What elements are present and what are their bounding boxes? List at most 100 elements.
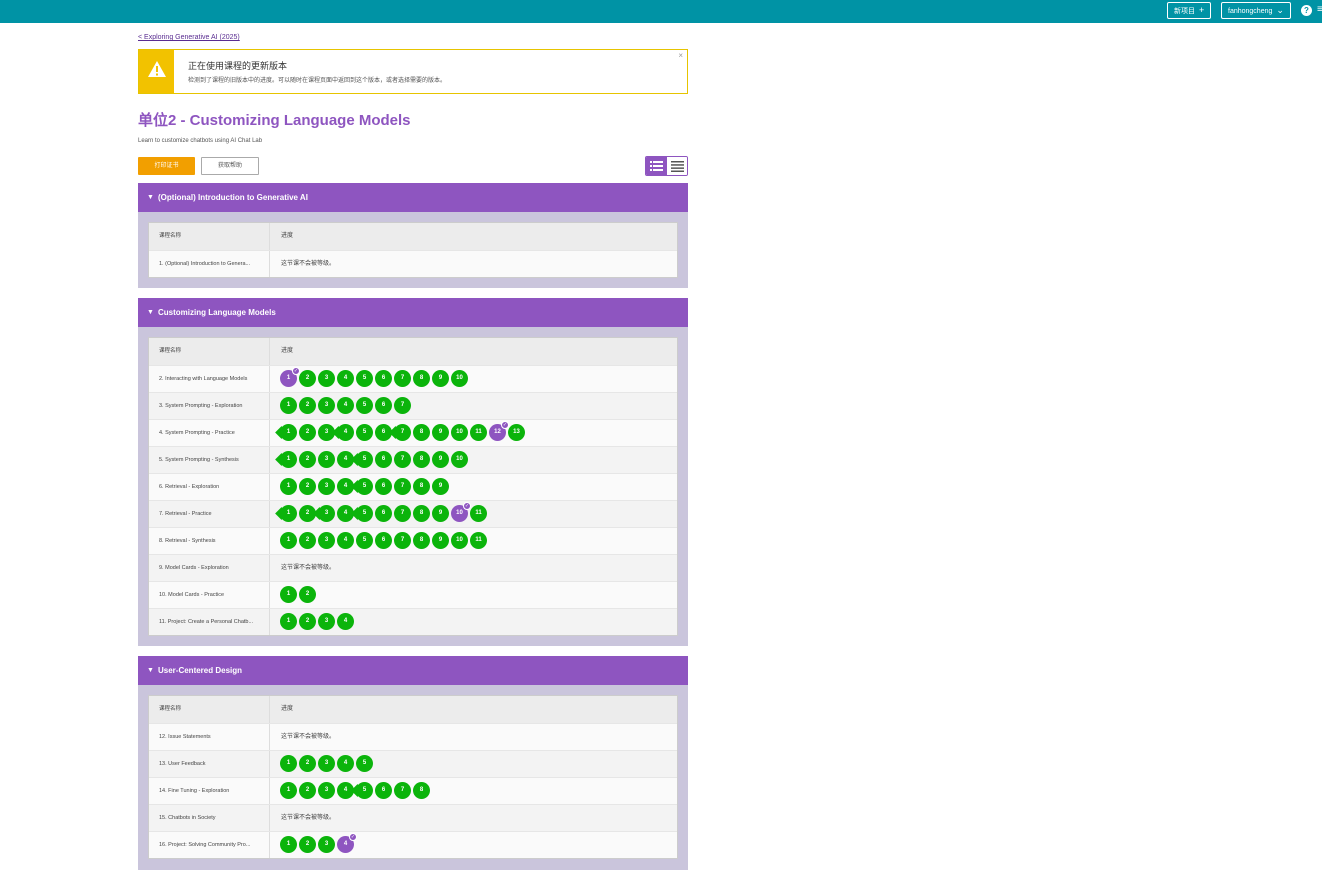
level-bubble[interactable]: 8	[413, 370, 430, 387]
lesson-name[interactable]: 9. Model Cards - Exploration	[149, 555, 270, 581]
level-bubble[interactable]: 5	[356, 755, 373, 772]
level-bubble[interactable]: 9	[432, 370, 449, 387]
level-bubble[interactable]: 6	[375, 451, 392, 468]
help-icon[interactable]: ?	[1301, 5, 1312, 16]
level-bubble[interactable]: 9	[432, 424, 449, 441]
level-bubble[interactable]: 1	[280, 505, 297, 522]
level-bubble[interactable]: 5	[356, 478, 373, 495]
level-bubble[interactable]: 8	[413, 478, 430, 495]
lesson-name[interactable]: 6. Retrieval - Exploration	[149, 474, 270, 500]
close-icon[interactable]: ×	[678, 51, 683, 60]
level-bubble[interactable]: 1	[280, 836, 297, 853]
level-bubble[interactable]: 2	[299, 370, 316, 387]
level-bubble[interactable]: 1	[280, 755, 297, 772]
level-bubble[interactable]: 3	[318, 613, 335, 630]
lesson-name[interactable]: 14. Fine Tuning - Exploration	[149, 778, 270, 804]
level-bubble[interactable]: 11	[470, 505, 487, 522]
level-bubble[interactable]: 2	[299, 478, 316, 495]
level-bubble[interactable]: 9	[432, 451, 449, 468]
level-bubble[interactable]: 7	[394, 782, 411, 799]
level-bubble[interactable]: 8	[413, 532, 430, 549]
back-to-course-link[interactable]: < Exploring Generative AI (2025)	[138, 34, 240, 41]
lesson-name[interactable]: 13. User Feedback	[149, 751, 270, 777]
level-bubble[interactable]: 7	[394, 397, 411, 414]
level-bubble[interactable]: 2	[299, 451, 316, 468]
level-bubble[interactable]: 3	[318, 505, 335, 522]
lesson-name[interactable]: 7. Retrieval - Practice	[149, 501, 270, 527]
level-bubble[interactable]: 4	[337, 755, 354, 772]
level-bubble[interactable]: 2	[299, 424, 316, 441]
level-bubble[interactable]: 4	[337, 397, 354, 414]
level-bubble[interactable]: 4	[337, 424, 354, 441]
summary-view-button[interactable]	[667, 157, 687, 175]
level-bubble[interactable]: 10	[451, 370, 468, 387]
level-bubble[interactable]: 5	[356, 505, 373, 522]
level-bubble[interactable]: 6	[375, 397, 392, 414]
level-bubble[interactable]: 1	[280, 424, 297, 441]
level-bubble[interactable]: 4	[337, 613, 354, 630]
print-certificate-button[interactable]: 打印证书	[138, 157, 195, 175]
level-bubble[interactable]: 2	[299, 782, 316, 799]
level-bubble[interactable]: 6	[375, 370, 392, 387]
level-bubble[interactable]: 2	[299, 836, 316, 853]
level-bubble[interactable]: 9	[432, 478, 449, 495]
lesson-name[interactable]: 16. Project: Solving Community Pro...	[149, 832, 270, 858]
level-bubble[interactable]: 1	[280, 782, 297, 799]
level-bubble[interactable]: 3	[318, 451, 335, 468]
level-bubble[interactable]: 3	[318, 836, 335, 853]
lesson-group-header[interactable]: ▼ Customizing Language Models	[138, 298, 688, 327]
level-bubble[interactable]: 7	[394, 424, 411, 441]
level-bubble[interactable]: 8	[413, 782, 430, 799]
level-bubble[interactable]: 1	[280, 397, 297, 414]
level-bubble[interactable]: 5	[356, 451, 373, 468]
level-bubble[interactable]: 1	[280, 586, 297, 603]
level-bubble[interactable]: 10	[451, 424, 468, 441]
level-bubble[interactable]: 12 ✓	[489, 421, 509, 441]
level-bubble[interactable]: 11	[470, 532, 487, 549]
get-help-button[interactable]: 获取帮助	[201, 157, 259, 175]
level-bubble[interactable]: 6	[375, 478, 392, 495]
level-bubble[interactable]: 1	[280, 613, 297, 630]
level-bubble[interactable]: 8	[413, 424, 430, 441]
level-bubble[interactable]: 11	[470, 424, 487, 441]
lesson-name[interactable]: 1. (Optional) Introduction to Genera...	[149, 251, 270, 277]
level-bubble[interactable]: 4	[337, 532, 354, 549]
level-bubble[interactable]: 1 ✓	[280, 367, 300, 387]
level-bubble[interactable]: 10	[451, 451, 468, 468]
level-bubble[interactable]: 7	[394, 451, 411, 468]
level-bubble[interactable]: 6	[375, 782, 392, 799]
level-bubble[interactable]: 7	[394, 505, 411, 522]
new-project-button[interactable]: 新项目 +	[1167, 2, 1212, 19]
lesson-group-header[interactable]: ▼ (Optional) Introduction to Generative …	[138, 183, 688, 212]
level-bubble[interactable]: 1	[280, 451, 297, 468]
level-bubble[interactable]: 5	[356, 424, 373, 441]
level-bubble[interactable]: 2	[299, 586, 316, 603]
level-bubble[interactable]: 6	[375, 532, 392, 549]
level-bubble[interactable]: 2	[299, 755, 316, 772]
lesson-name[interactable]: 2. Interacting with Language Models	[149, 366, 270, 392]
lesson-name[interactable]: 8. Retrieval - Synthesis	[149, 528, 270, 554]
level-bubble[interactable]: 8	[413, 505, 430, 522]
level-bubble[interactable]: 5	[356, 370, 373, 387]
level-bubble[interactable]: 7	[394, 370, 411, 387]
level-bubble[interactable]: 2	[299, 532, 316, 549]
level-bubble[interactable]: 5	[356, 397, 373, 414]
lesson-name[interactable]: 3. System Prompting - Exploration	[149, 393, 270, 419]
lesson-group-header[interactable]: ▼ User-Centered Design	[138, 656, 688, 685]
level-bubble[interactable]: 3	[318, 532, 335, 549]
lesson-name[interactable]: 11. Project: Create a Personal Chatb...	[149, 609, 270, 635]
level-bubble[interactable]: 3	[318, 397, 335, 414]
level-bubble[interactable]: 3	[318, 370, 335, 387]
level-bubble[interactable]: 10	[451, 532, 468, 549]
level-bubble[interactable]: 4	[337, 370, 354, 387]
level-bubble[interactable]: 9	[432, 505, 449, 522]
level-bubble[interactable]: 6	[375, 505, 392, 522]
lesson-name[interactable]: 4. System Prompting - Practice	[149, 420, 270, 446]
lesson-name[interactable]: 12. Issue Statements	[149, 724, 270, 750]
level-bubble[interactable]: 3	[318, 478, 335, 495]
level-bubble[interactable]: 13	[508, 424, 525, 441]
lesson-name[interactable]: 10. Model Cards - Practice	[149, 582, 270, 608]
menu-icon[interactable]: ≡	[1317, 4, 1322, 16]
level-bubble[interactable]: 3	[318, 782, 335, 799]
user-menu-button[interactable]: fanhongcheng ⌄	[1221, 2, 1291, 19]
